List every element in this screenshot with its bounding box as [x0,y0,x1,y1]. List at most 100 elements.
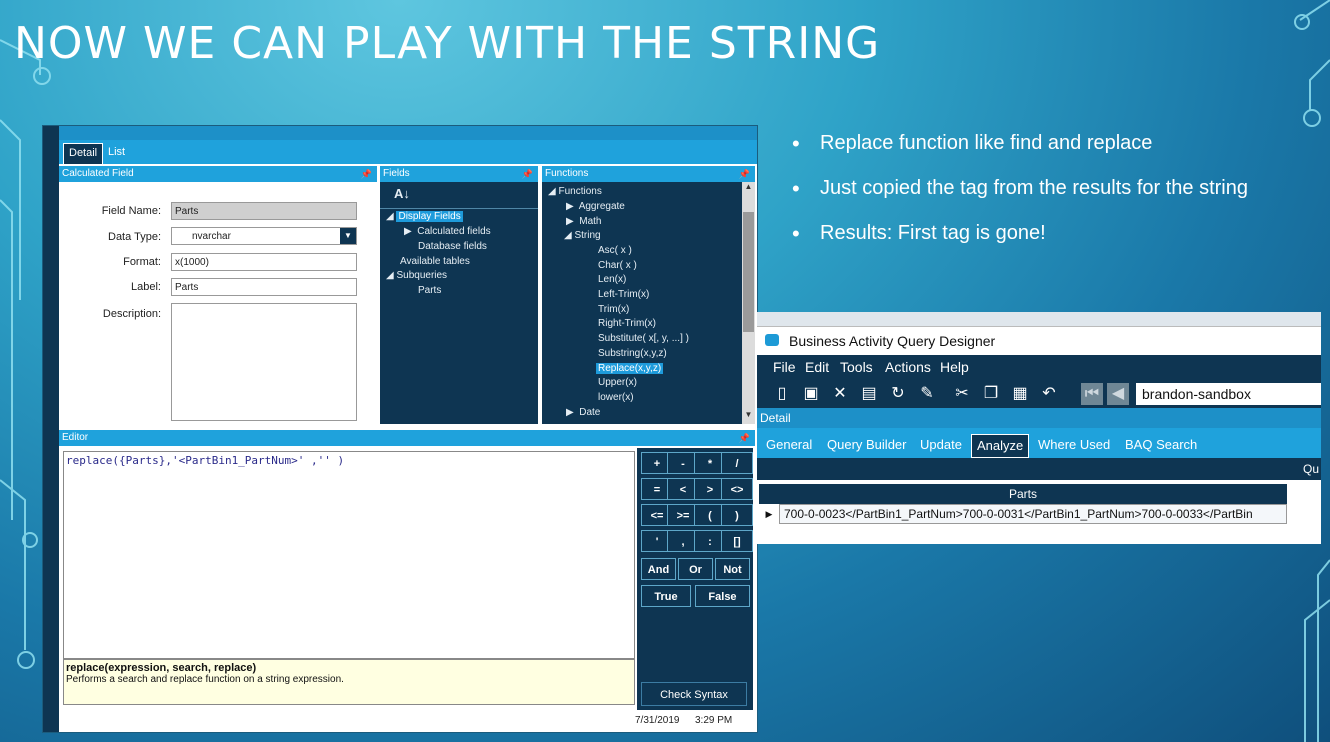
window-title: Business Activity Query Designer [789,333,996,349]
field-name-label: Field Name: [101,205,161,217]
bullet-item: Results: First tag is gone! [790,218,1310,249]
broom-icon[interactable]: ✎ [916,383,938,405]
data-type-select[interactable]: nvarchar ▼ [171,227,357,245]
delete-icon[interactable]: ✕ [829,383,851,405]
key-divide[interactable]: / [721,452,753,474]
new-icon[interactable]: ▯ [771,383,793,405]
function-asc[interactable]: Asc( x ) [598,245,632,256]
tree-item-functions[interactable]: ◢ Functions [548,186,602,197]
status-date: 7/31/2019 [635,715,680,726]
paste-icon[interactable]: ▦ [1009,383,1031,405]
panel-title: Fields [383,168,410,179]
key-brackets[interactable]: [] [721,530,753,552]
tree-item-parts[interactable]: Parts [418,285,441,296]
tree-item-math[interactable]: ▶ Math [566,216,601,227]
description-textarea[interactable] [171,303,357,421]
cut-icon[interactable]: ✂ [951,383,973,405]
tab-update[interactable]: Update [920,434,962,456]
key-not-equal[interactable]: <> [721,478,753,500]
menu-help[interactable]: Help [940,355,969,380]
function-char[interactable]: Char( x ) [598,260,637,271]
tree-item-subqueries[interactable]: ◢ Subqueries [386,270,447,281]
tree-item-available-tables[interactable]: Available tables [400,256,470,267]
tab-general[interactable]: General [766,434,812,456]
background-toolbar-strip [757,312,1321,327]
expression-editor[interactable]: replace({Parts},'<PartBin1_PartNum>' ,''… [63,451,635,659]
functions-scrollbar[interactable]: ▲ ▼ [742,182,755,424]
tree-item-date[interactable]: ▶ Date [566,407,600,418]
function-substitute[interactable]: Substitute( x[, y, ...] ) [598,333,689,344]
check-syntax-button[interactable]: Check Syntax [641,682,747,706]
panel-title: Calculated Field [62,168,134,179]
tree-item-display-fields[interactable]: ◢ Display Fields [386,211,463,222]
clear-icon[interactable]: ▤ [858,383,880,405]
tab-detail[interactable]: Detail [63,143,104,164]
key-not[interactable]: Not [715,558,750,580]
function-left-trim[interactable]: Left-Trim(x) [598,289,649,300]
function-lower[interactable]: lower(x) [598,392,634,403]
grid-cell-parts[interactable]: 700-0-0023</PartBin1_PartNum>700-0-0031<… [779,504,1287,524]
save-icon[interactable]: ▣ [800,383,822,405]
pin-icon[interactable]: 📌 [739,430,750,446]
undo-icon[interactable]: ↶ [1038,383,1060,405]
tab-list[interactable]: List [103,143,130,163]
scroll-up-icon[interactable]: ▲ [743,182,754,194]
menu-actions[interactable]: Actions [885,355,931,380]
help-signature: replace(expression, search, replace) [66,662,257,674]
pin-icon[interactable]: 📌 [739,166,750,182]
status-bar: 7/31/2019 3:29 PM [59,710,757,732]
function-len[interactable]: Len(x) [598,274,626,285]
function-substring[interactable]: Substring(x,y,z) [598,348,667,359]
tab-baq-search[interactable]: BAQ Search [1125,434,1197,456]
bullet-item: Just copied the tag from the results for… [790,173,1310,204]
function-trim[interactable]: Trim(x) [598,304,629,315]
window-left-bar [43,126,59,732]
key-false[interactable]: False [695,585,750,607]
previous-record-icon[interactable]: ◀ [1107,383,1129,405]
refresh-icon[interactable]: ↻ [887,383,909,405]
key-close-paren[interactable]: ) [721,504,753,526]
tab-query-builder[interactable]: Query Builder [827,434,906,456]
copy-icon[interactable]: ❐ [980,383,1002,405]
pin-icon[interactable]: 📌 [522,166,533,182]
label-input[interactable]: Parts [171,278,357,296]
az-sort-icon[interactable]: A↓ [394,186,410,201]
bullet-item: Replace function like find and replace [790,128,1310,159]
function-upper[interactable]: Upper(x) [598,377,637,388]
menu-edit[interactable]: Edit [805,355,829,380]
pin-icon[interactable]: 📌 [361,166,372,182]
field-name-input[interactable]: Parts [171,202,357,220]
menu-file[interactable]: File [773,355,796,380]
operator-keypad: + - * / = < > <> <= >= ( ) ' , : [] And … [637,448,753,718]
help-description: Performs a search and replace function o… [66,674,344,685]
first-record-icon[interactable]: ⏮ [1081,383,1103,405]
row-selector-icon[interactable]: ▶ [759,504,779,524]
tree-item-aggregate[interactable]: ▶ Aggregate [566,201,625,212]
company-field[interactable]: brandon-sandbox [1136,383,1321,405]
app-icon [765,334,779,346]
key-and[interactable]: And [641,558,676,580]
tree-item-database-fields[interactable]: Database fields [418,241,487,252]
tree-item-string[interactable]: ◢ String [564,230,601,241]
functions-header: Functions 📌 [542,166,755,182]
chevron-down-icon[interactable]: ▼ [340,228,356,244]
designer-tab-strip: General Query Builder Update Analyze Whe… [757,428,1321,458]
grid-column-header[interactable]: Parts [759,484,1287,504]
tab-strip: Detail List [59,140,757,164]
function-replace[interactable]: Replace(x,y,z) [596,363,664,374]
key-or[interactable]: Or [678,558,713,580]
format-input[interactable]: x(1000) [171,253,357,271]
tab-analyze[interactable]: Analyze [971,434,1030,458]
scroll-down-icon[interactable]: ▼ [743,410,754,422]
label-label: Label: [131,281,161,293]
format-label: Format: [123,256,161,268]
detail-header: Detail [757,408,1321,428]
function-right-trim[interactable]: Right-Trim(x) [598,318,656,329]
panel-title: Editor [62,432,89,443]
scrollbar-thumb[interactable] [743,212,754,332]
tab-where-used[interactable]: Where Used [1038,434,1110,456]
calculated-field-header: Calculated Field 📌 [59,166,377,182]
tree-item-calculated-fields[interactable]: ▶ Calculated fields [404,226,491,237]
key-true[interactable]: True [641,585,691,607]
menu-tools[interactable]: Tools [840,355,873,380]
